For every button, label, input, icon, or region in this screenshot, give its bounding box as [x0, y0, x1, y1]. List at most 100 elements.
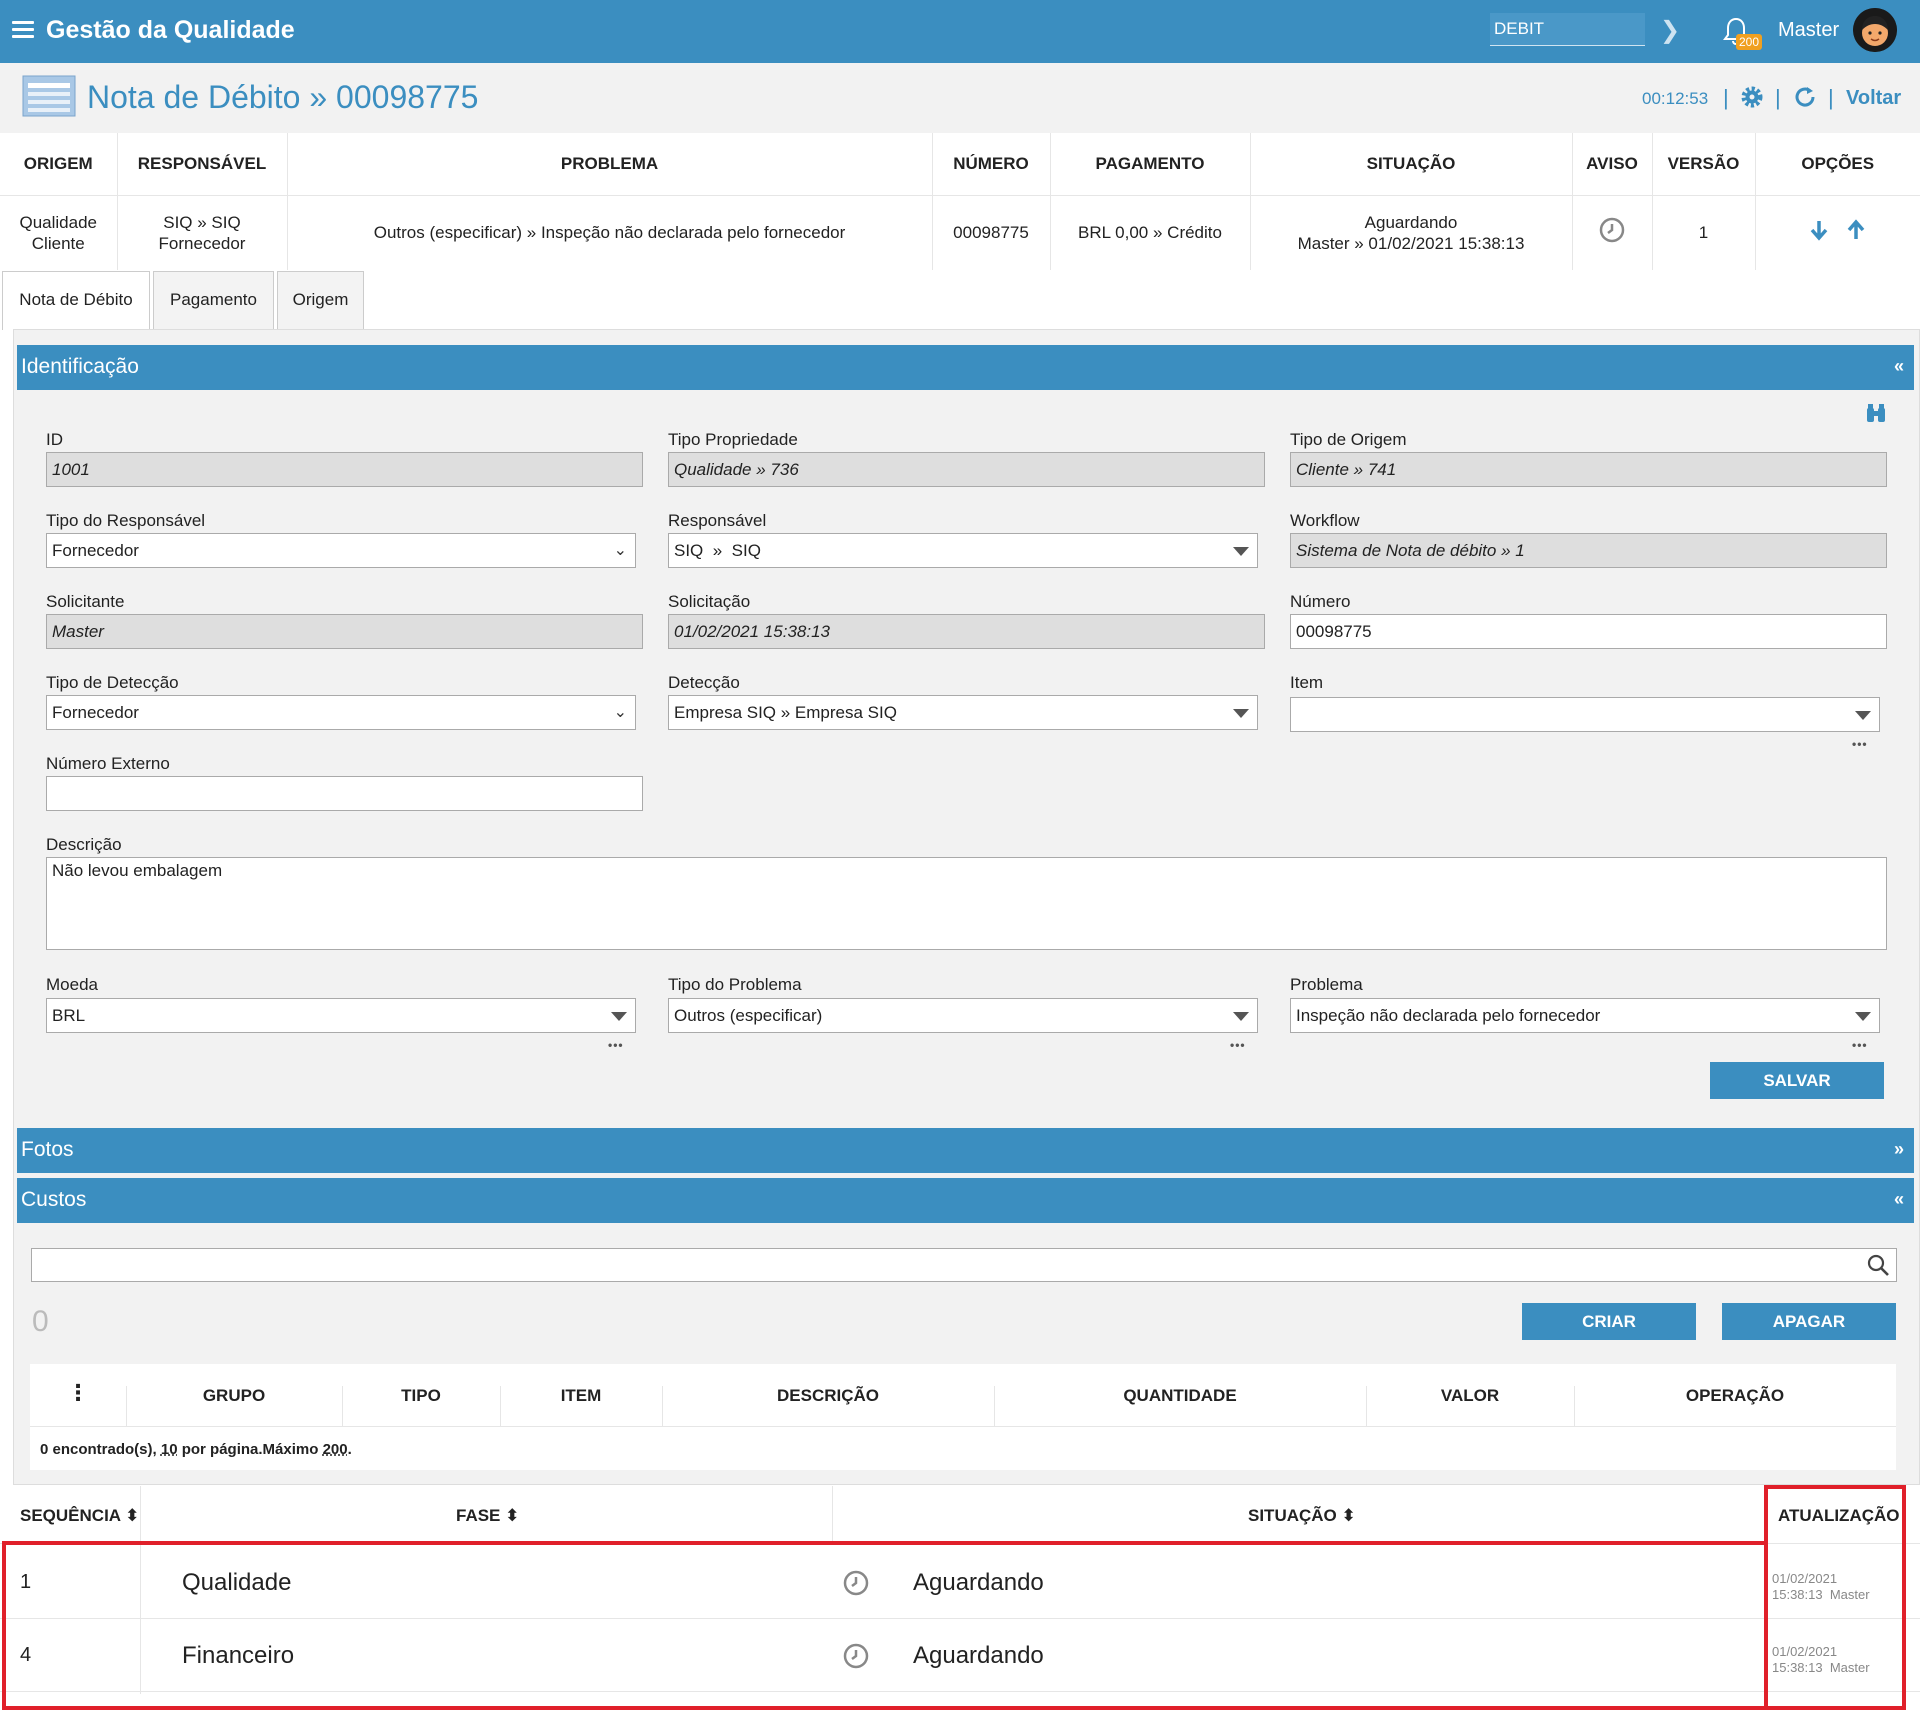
tab-origem[interactable]: Origem: [277, 271, 364, 329]
highlight-box-rows: [2, 1541, 1768, 1710]
numero-input[interactable]: 00098775: [1290, 614, 1887, 649]
label-deteccao: Detecção: [668, 673, 740, 692]
chevron-down-icon: ⌄: [613, 704, 627, 721]
col-fase[interactable]: FASE ⬍: [456, 1506, 519, 1526]
responsavel-select[interactable]: SIQ » SIQ: [668, 533, 1258, 568]
main-panel: Identificação « ID 1001 Tipo Propriedade…: [13, 329, 1920, 1485]
page-header: Nota de Débito » 00098775 00:12:53 | | |…: [0, 63, 1920, 133]
col-numero[interactable]: NÚMERO: [932, 133, 1051, 196]
notification-badge: 200: [1736, 34, 1763, 50]
per-page-link[interactable]: 10: [161, 1441, 178, 1458]
label-numero: Número: [1290, 592, 1351, 611]
collapse-icon[interactable]: «: [1894, 1189, 1904, 1210]
create-button[interactable]: CRIAR: [1522, 1303, 1696, 1340]
cell-aviso: [1572, 195, 1653, 270]
quick-search-input[interactable]: [1490, 13, 1645, 46]
app-title: Gestão da Qualidade: [46, 16, 295, 44]
col-responsavel[interactable]: RESPONSÁVEL: [117, 133, 288, 196]
item-select[interactable]: [1290, 697, 1880, 732]
summary-row: Qualidade Cliente SIQ » SIQ Fornecedor Out…: [0, 195, 1920, 270]
refresh-icon[interactable]: [1793, 85, 1817, 109]
tipo-problema-select[interactable]: Outros (especificar): [668, 998, 1258, 1033]
more-options-icon[interactable]: •••: [1230, 1038, 1246, 1052]
col-problema[interactable]: PROBLEMA: [287, 133, 933, 196]
more-options-icon[interactable]: •••: [1852, 1038, 1868, 1052]
arrow-down-icon[interactable]: [1807, 218, 1831, 242]
top-bar: Gestão da Qualidade ❯ 200 Master: [0, 0, 1920, 63]
col-origem[interactable]: ORIGEM: [0, 133, 118, 196]
dropdown-arrow-icon: [1233, 709, 1249, 718]
expand-icon[interactable]: »: [1894, 1139, 1904, 1160]
chevron-right-icon[interactable]: ❯: [1660, 16, 1680, 45]
separator: |: [1775, 85, 1781, 110]
label-tipo-problema: Tipo do Problema: [668, 975, 802, 994]
dropdown-arrow-icon: [1855, 711, 1871, 720]
col-valor[interactable]: VALOR: [1366, 1386, 1574, 1406]
clock-icon: [1599, 218, 1625, 243]
hamburger-menu-icon[interactable]: [12, 21, 34, 39]
separator: |: [1723, 85, 1729, 110]
label-numero-externo: Número Externo: [46, 754, 170, 773]
col-aviso[interactable]: AVISO: [1572, 133, 1653, 196]
custos-table-header: ⋮ GRUPO TIPO ITEM DESCRIÇÃO QUANTIDADE V…: [30, 1364, 1896, 1448]
tipo-responsavel-select[interactable]: Fornecedor ⌄: [46, 533, 636, 568]
avatar[interactable]: [1853, 8, 1897, 52]
workflow-table-header: SEQUÊNCIA ⬍ FASE ⬍ SITUAÇÃO ⬍ ATUALIZAÇÃ…: [0, 1486, 1920, 1544]
numero-externo-input[interactable]: [46, 776, 643, 811]
cell-opcoes: [1755, 195, 1920, 270]
col-item[interactable]: ITEM: [500, 1386, 662, 1406]
arrow-up-icon[interactable]: [1844, 218, 1868, 242]
label-item: Item: [1290, 673, 1324, 692]
page-title: Nota de Débito » 00098775: [87, 79, 479, 115]
col-quantidade[interactable]: QUANTIDADE: [994, 1386, 1366, 1406]
save-button[interactable]: SALVAR: [1710, 1062, 1884, 1099]
custos-count: 0: [32, 1305, 49, 1338]
label-problema: Problema: [1290, 975, 1363, 994]
section-custos[interactable]: Custos «: [17, 1178, 1914, 1223]
col-situacao[interactable]: SITUAÇÃO: [1250, 133, 1573, 196]
col-tipo[interactable]: TIPO: [342, 1386, 500, 1406]
section-fotos[interactable]: Fotos »: [17, 1128, 1914, 1173]
solicitante-field: Master: [46, 614, 643, 649]
problema-select[interactable]: Inspeção não declarada pelo fornecedor: [1290, 998, 1880, 1033]
deteccao-select[interactable]: Empresa SIQ » Empresa SIQ: [668, 695, 1258, 730]
cell-problema: Outros (especificar) » Inspeção não decl…: [287, 195, 933, 270]
back-link[interactable]: Voltar: [1846, 87, 1901, 110]
max-link[interactable]: 200: [323, 1441, 348, 1458]
highlight-box-update-column: [1764, 1485, 1906, 1710]
tab-nota-de-debito[interactable]: Nota de Débito: [2, 271, 150, 330]
col-operacao[interactable]: OPERAÇÃO: [1574, 1386, 1896, 1406]
tab-pagamento[interactable]: Pagamento: [153, 271, 274, 329]
more-options-icon[interactable]: •••: [608, 1038, 624, 1052]
section-title: Custos: [21, 1188, 87, 1211]
col-versao[interactable]: VERSÃO: [1652, 133, 1756, 196]
descricao-textarea[interactable]: Não levou embalagem: [46, 857, 1887, 950]
col-situacao-wf[interactable]: SITUAÇÃO ⬍: [1248, 1506, 1356, 1526]
cell-numero: 00098775: [932, 195, 1051, 270]
cell-versao: 1: [1652, 195, 1756, 270]
more-options-icon[interactable]: •••: [1852, 737, 1868, 751]
column-menu-icon[interactable]: ⋮: [30, 1380, 126, 1406]
search-icon[interactable]: [1866, 1253, 1890, 1277]
dropdown-arrow-icon: [611, 1012, 627, 1021]
gear-icon[interactable]: [1740, 85, 1764, 109]
label-tipo-origem: Tipo de Origem: [1290, 430, 1407, 449]
col-sequencia[interactable]: SEQUÊNCIA ⬍: [20, 1506, 139, 1526]
collapse-icon[interactable]: «: [1894, 356, 1904, 377]
binoculars-icon[interactable]: [1865, 404, 1887, 424]
cell-pagamento: BRL 0,00 » Crédito: [1050, 195, 1251, 270]
user-name[interactable]: Master: [1778, 19, 1839, 42]
custos-search-input[interactable]: [31, 1248, 1897, 1282]
separator: |: [1828, 85, 1834, 110]
moeda-select[interactable]: BRL: [46, 998, 636, 1033]
cell-origem: Qualidade Cliente: [0, 195, 118, 270]
col-pagamento[interactable]: PAGAMENTO: [1050, 133, 1251, 196]
id-field: 1001: [46, 452, 643, 487]
tipo-propriedade-field: Qualidade » 736: [668, 452, 1265, 487]
section-identificacao[interactable]: Identificação «: [17, 345, 1914, 390]
col-opcoes[interactable]: OPÇÕES: [1755, 133, 1920, 196]
col-descricao[interactable]: DESCRIÇÃO: [662, 1386, 994, 1406]
tipo-deteccao-select[interactable]: Fornecedor ⌄: [46, 695, 636, 730]
delete-button[interactable]: APAGAR: [1722, 1303, 1896, 1340]
col-grupo[interactable]: GRUPO: [126, 1386, 342, 1406]
